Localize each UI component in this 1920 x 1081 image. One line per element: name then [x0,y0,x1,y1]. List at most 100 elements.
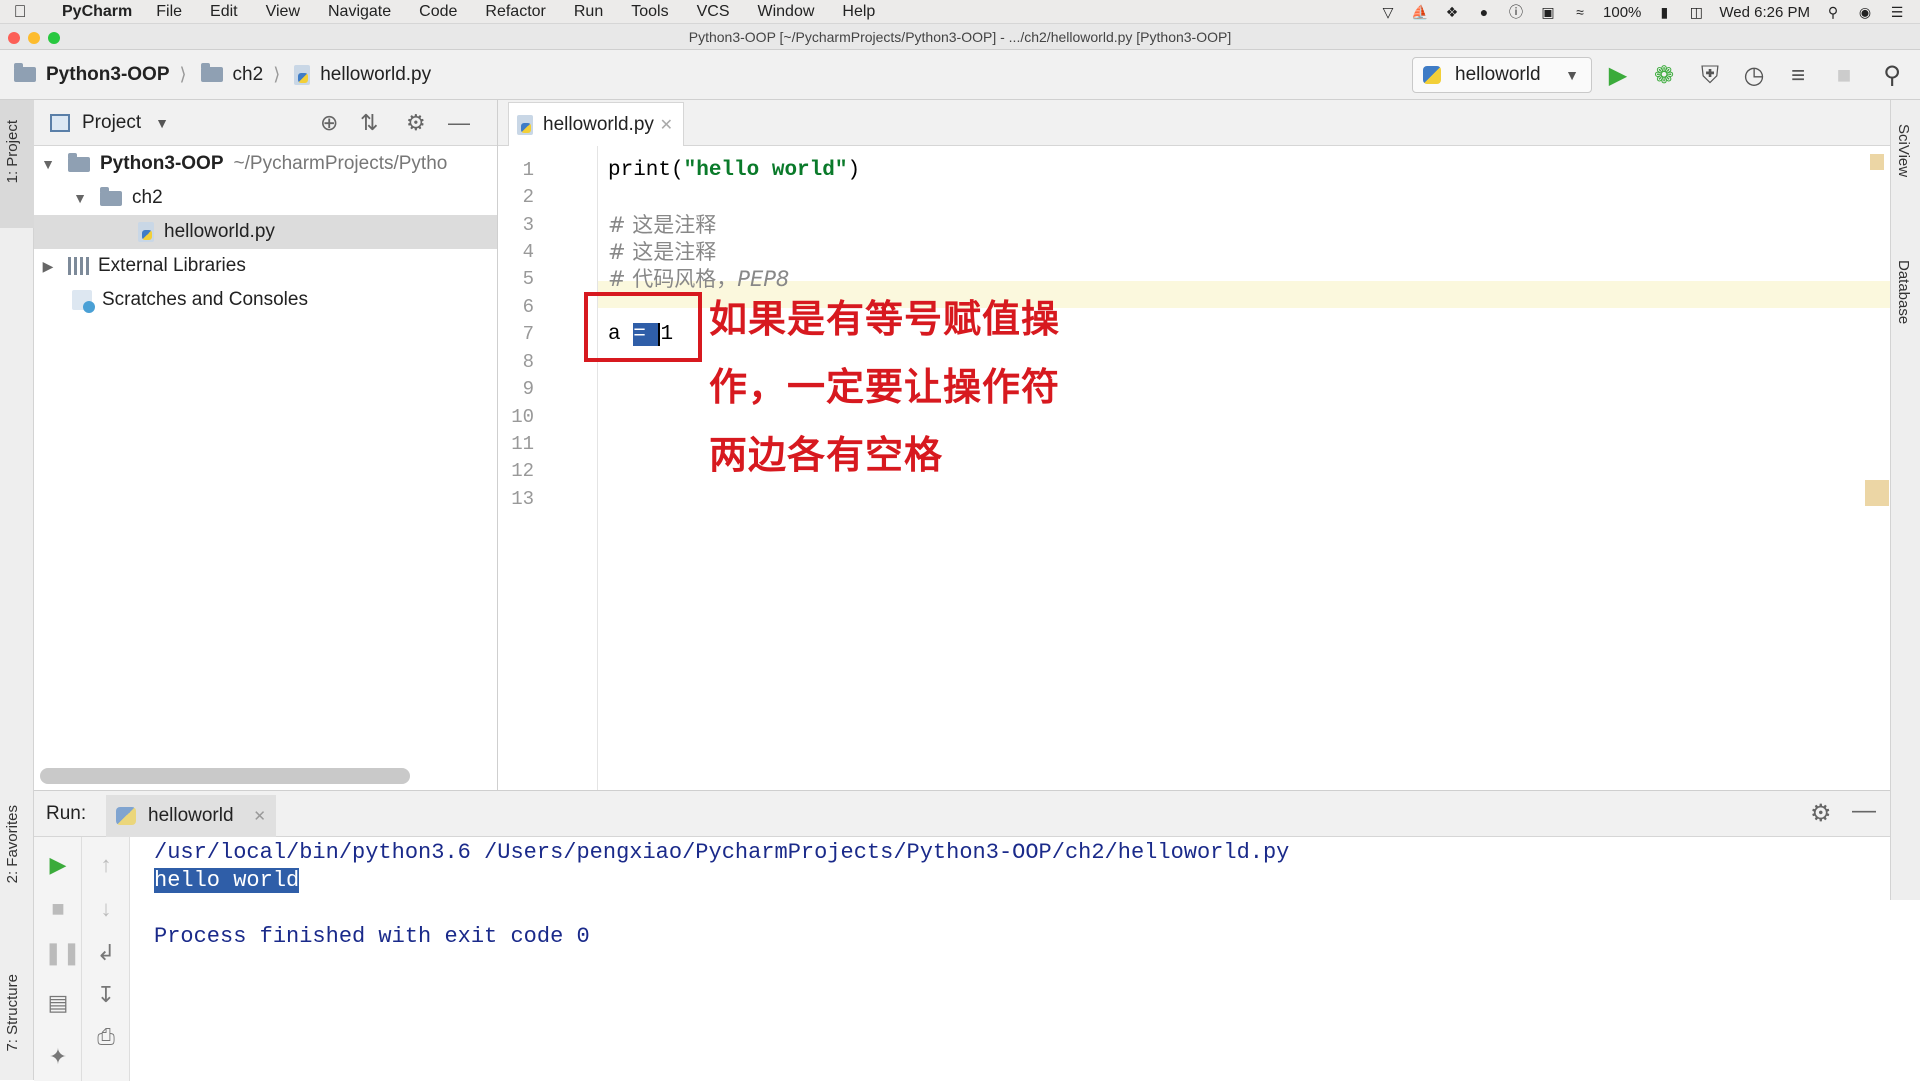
menu-tools[interactable]: Tools [617,3,682,21]
expanded-arrow-icon[interactable]: ▼ [40,156,56,172]
error-stripe-marker[interactable] [1865,480,1889,506]
run-with-coverage-button[interactable]: ⛨ [1696,62,1724,90]
horizontal-scrollbar[interactable] [40,768,410,784]
line-number: 8 [522,351,534,373]
arrow-up-icon[interactable]: ↑ [92,851,120,879]
run-button[interactable]: ▶ [1604,62,1632,90]
menubar-status-area: ▽ ⛵ ❖ ● ⓘ ▣ ≈ 100% ▮ ◫ Wed 6:26 PM ⚲ ◉ ☰ [1379,0,1906,24]
stop-button[interactable]: ■ [1830,62,1858,90]
app-menu-pycharm[interactable]: PyCharm [40,3,142,21]
warning-marker[interactable] [1870,154,1884,170]
layout-icon[interactable]: ▤ [44,989,72,1017]
tree-item-external-libraries[interactable]: ▶ External Libraries [34,249,497,283]
apple-icon[interactable]:  [0,2,40,22]
minimize-window-button[interactable] [28,32,40,44]
menu-window[interactable]: Window [744,3,829,21]
menubar-clock[interactable]: Wed 6:26 PM [1719,4,1810,21]
menu-view[interactable]: View [252,3,314,21]
favorites-tool-tab[interactable]: 2: Favorites [4,805,21,883]
console-output[interactable]: /usr/local/bin/python3.6 /Users/pengxiao… [154,837,1874,1081]
debug-bug-icon[interactable]: ❁ [1650,62,1678,90]
tree-item-helloworld-selected[interactable]: helloworld.py [34,215,497,249]
pin-icon[interactable]: ✦ [44,1043,72,1071]
scroll-to-end-icon[interactable]: ↧ [92,981,120,1009]
soft-wrap-icon[interactable]: ↲ [92,939,120,967]
structure-tool-tab[interactable]: 7: Structure [4,974,21,1052]
print-icon[interactable]: ⎙ [92,1023,120,1051]
code-line-4-comment: # 这是注释 [608,240,717,264]
line-number: 11 [511,433,534,455]
line-number: 12 [511,460,534,482]
info-icon[interactable]: ⓘ [1507,4,1525,20]
docker-icon[interactable]: ⛵ [1411,4,1429,20]
tree-item-label: Scratches and Consoles [102,289,308,310]
line-number: 4 [522,241,534,263]
run-configuration-select[interactable]: helloworld ▼ [1412,57,1592,93]
run-panel-header: Run: helloworld ✕ ⚙ — [34,791,1890,837]
vpn-icon[interactable]: ▽ [1379,4,1397,20]
hide-panel-icon[interactable]: — [448,110,470,136]
tree-item-scratches[interactable]: Scratches and Consoles [34,283,497,317]
menu-file[interactable]: File [142,3,196,21]
pause-button[interactable]: ❚❚ [44,939,81,967]
menu-vcs[interactable]: VCS [683,3,744,21]
rerun-button[interactable]: ▶ [44,851,72,879]
window-title-bar: Python3-OOP [~/PycharmProjects/Python3-O… [0,24,1920,50]
console-program-output: hello world [154,868,300,893]
close-icon[interactable]: ✕ [660,115,673,135]
concurrency-diagram-button[interactable]: ≡ [1784,62,1812,90]
wifi-icon[interactable]: ≈ [1571,4,1589,20]
collapsed-arrow-icon[interactable]: ▶ [40,258,56,275]
zoom-window-button[interactable] [48,32,60,44]
menu-help[interactable]: Help [828,3,889,21]
tree-item-ch2[interactable]: ▼ ch2 [34,181,497,215]
menu-navigate[interactable]: Navigate [314,3,405,21]
close-window-button[interactable] [8,32,20,44]
annotation-text-line-2: 作，一定要让操作符 [709,365,1061,409]
project-view-label[interactable]: Project [82,112,141,134]
tree-item-project-root[interactable]: ▼ Python3-OOP ~/PycharmProjects/Pytho [34,147,497,181]
sciview-tool-tab[interactable]: SciView [1895,124,1912,177]
run-tab-helloworld[interactable]: helloworld ✕ [106,795,276,837]
spotlight-search-icon[interactable]: ⚲ [1824,4,1842,20]
input-method-icon[interactable]: ▣ [1539,4,1557,20]
breadcrumb-ch2[interactable]: ch2 ⟩ [200,63,280,86]
annotation-text-line-1: 如果是有等号赋值操 [709,297,1061,341]
chevron-right-icon: ⟩ [179,64,187,84]
menu-refactor[interactable]: Refactor [471,3,559,21]
notification-center-icon[interactable]: ☰ [1888,4,1906,20]
run-configuration-label: helloworld [1455,64,1541,85]
gear-icon[interactable]: ⚙ [406,110,426,136]
breadcrumb-file[interactable]: helloworld.py [294,64,431,86]
battery-icon[interactable]: ▮ [1655,4,1673,20]
run-label: Run: [46,803,87,824]
database-tool-tab[interactable]: Database [1895,260,1912,324]
search-icon[interactable]: ⚲ [1878,62,1906,90]
profile-button[interactable]: ◷ [1740,62,1768,90]
annotation-text-line-3: 两边各有空格 [709,433,944,477]
locate-file-icon[interactable]: ⊕ [320,110,338,136]
gear-icon[interactable]: ⚙ [1810,799,1832,828]
menu-edit[interactable]: Edit [196,3,252,21]
hide-panel-icon[interactable]: — [1852,797,1876,825]
chevron-down-icon[interactable]: ▼ [155,115,169,131]
python-icon [116,807,136,825]
arrow-down-icon[interactable]: ↓ [92,895,120,923]
siri-icon[interactable]: ◉ [1856,4,1874,20]
code-editor: helloworld.py ✕ 1 2 3 4 5 6 7 8 9 10 11 … [498,100,1890,790]
breadcrumb-project[interactable]: Python3-OOP ⟩ [14,63,187,86]
line-number: 9 [522,378,534,400]
expanded-arrow-icon[interactable]: ▼ [72,190,88,206]
close-icon[interactable]: ✕ [253,807,266,825]
collapse-all-icon[interactable]: ⇅ [360,110,378,136]
menu-code[interactable]: Code [405,3,471,21]
menu-run[interactable]: Run [560,3,617,21]
line-number: 10 [511,406,534,428]
screen-mirroring-icon[interactable]: ◫ [1687,4,1705,20]
editor-tab-helloworld[interactable]: helloworld.py ✕ [508,102,684,146]
wechat-icon[interactable]: ● [1475,4,1493,20]
project-tool-tab[interactable]: 1: Project [4,120,21,183]
code-line-1: print("hello world") [608,159,861,182]
stop-button[interactable]: ■ [44,895,72,923]
dropbox-icon[interactable]: ❖ [1443,4,1461,20]
